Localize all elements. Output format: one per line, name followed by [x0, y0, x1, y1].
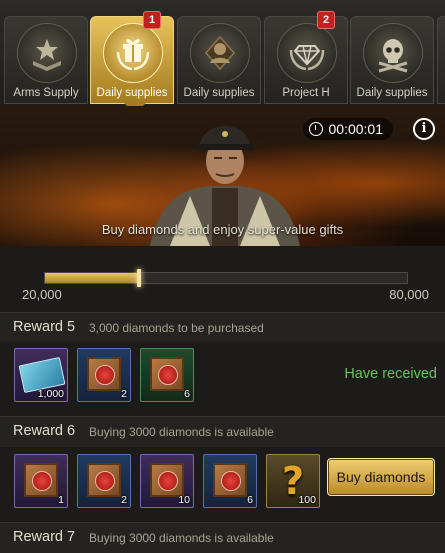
supply-crate-icon	[150, 357, 184, 391]
reward-title: Reward 6	[13, 423, 76, 439]
tab-label: Daily supplies	[183, 87, 255, 99]
gift-laurel-icon	[103, 23, 163, 83]
reward-header: Reward 6 Buying 3000 diamonds is availab…	[0, 416, 445, 447]
timer-value: 00:00:01	[328, 121, 384, 137]
tab-label: Project H	[282, 87, 330, 99]
supply-crate-icon	[150, 463, 184, 497]
item-quantity: 6	[184, 388, 190, 400]
skull-crossbones-icon	[363, 23, 423, 83]
reward-item[interactable]: ? 100	[266, 454, 320, 508]
reward-item[interactable]: 1,000	[14, 348, 68, 402]
item-quantity: 2	[121, 494, 127, 506]
reward-items-row: 1 2 10 6 ? 100 Buy diamonds	[0, 448, 445, 510]
notification-badge: 1	[143, 11, 161, 29]
progress-fill	[45, 273, 140, 283]
item-quantity: 6	[247, 494, 253, 506]
reward-header: Reward 7 Buying 3000 diamonds is availab…	[0, 522, 445, 553]
tab-label: Daily supplies	[96, 87, 168, 99]
tab-label: Arms Supply	[13, 87, 79, 99]
reward-requirement: Buying 3000 diamonds is available	[89, 425, 274, 439]
notification-badge: 2	[317, 11, 335, 29]
supply-crate-icon	[87, 357, 121, 391]
banner-caption: Buy diamonds and enjoy super-value gifts	[101, 222, 344, 237]
item-quantity: 1,000	[37, 388, 64, 400]
supply-crate-icon	[213, 463, 247, 497]
soldier-silhouette-icon	[190, 23, 250, 83]
reward-title: Reward 5	[13, 319, 76, 335]
reward-requirement: 3,000 diamonds to be purchased	[89, 321, 264, 335]
reward-items-row: 1,000 2 6 Have received	[0, 342, 445, 404]
reward-item[interactable]: 6	[203, 454, 257, 508]
reward-requirement: Buying 3000 diamonds is available	[89, 531, 274, 545]
supply-crate-icon	[24, 463, 58, 497]
reward-item[interactable]: 2	[77, 454, 131, 508]
promo-banner: 00:00:01 i Buy diamonds and enjoy super-…	[0, 106, 445, 246]
supply-tab-bar: Arms Supply Daily supplies 1 Daily suppl	[0, 0, 445, 114]
tab-daily-supplies-2[interactable]: Daily supplies	[177, 16, 261, 104]
military-star-icon	[17, 23, 77, 83]
item-quantity: 10	[178, 494, 190, 506]
diamond-laurel-icon	[277, 23, 337, 83]
supply-crate-icon	[87, 463, 121, 497]
reward-item[interactable]: 10	[140, 454, 194, 508]
progress-max-label: 80,000	[389, 287, 429, 302]
tab-label: Daily supplies	[356, 87, 428, 99]
item-quantity: 100	[298, 494, 316, 506]
tab-daily-supplies-1[interactable]: Daily supplies 1	[90, 11, 174, 114]
progress-marker	[137, 269, 142, 287]
countdown-timer: 00:00:01	[302, 118, 393, 140]
item-quantity: 1	[58, 494, 64, 506]
diamond-progress-bar	[44, 269, 408, 287]
received-status: Have received	[344, 366, 437, 382]
reward-item[interactable]: 2	[77, 348, 131, 402]
buy-diamonds-button[interactable]: Buy diamonds	[327, 458, 435, 496]
reward-item[interactable]: 6	[140, 348, 194, 402]
tab-arms-supply[interactable]: Arms Supply	[4, 16, 88, 104]
tab-project-h[interactable]: Project H 2	[264, 11, 348, 104]
info-button[interactable]: i	[413, 118, 435, 140]
item-quantity: 2	[121, 388, 127, 400]
reward-item[interactable]: 1	[14, 454, 68, 508]
progress-min-label: 20,000	[22, 287, 62, 302]
clock-icon	[308, 122, 323, 136]
reward-title: Reward 7	[13, 529, 76, 545]
tab-next-partial[interactable]	[437, 16, 445, 104]
reward-header: Reward 5 3,000 diamonds to be purchased	[0, 312, 445, 343]
tab-daily-supplies-3[interactable]: Daily supplies	[350, 16, 434, 104]
